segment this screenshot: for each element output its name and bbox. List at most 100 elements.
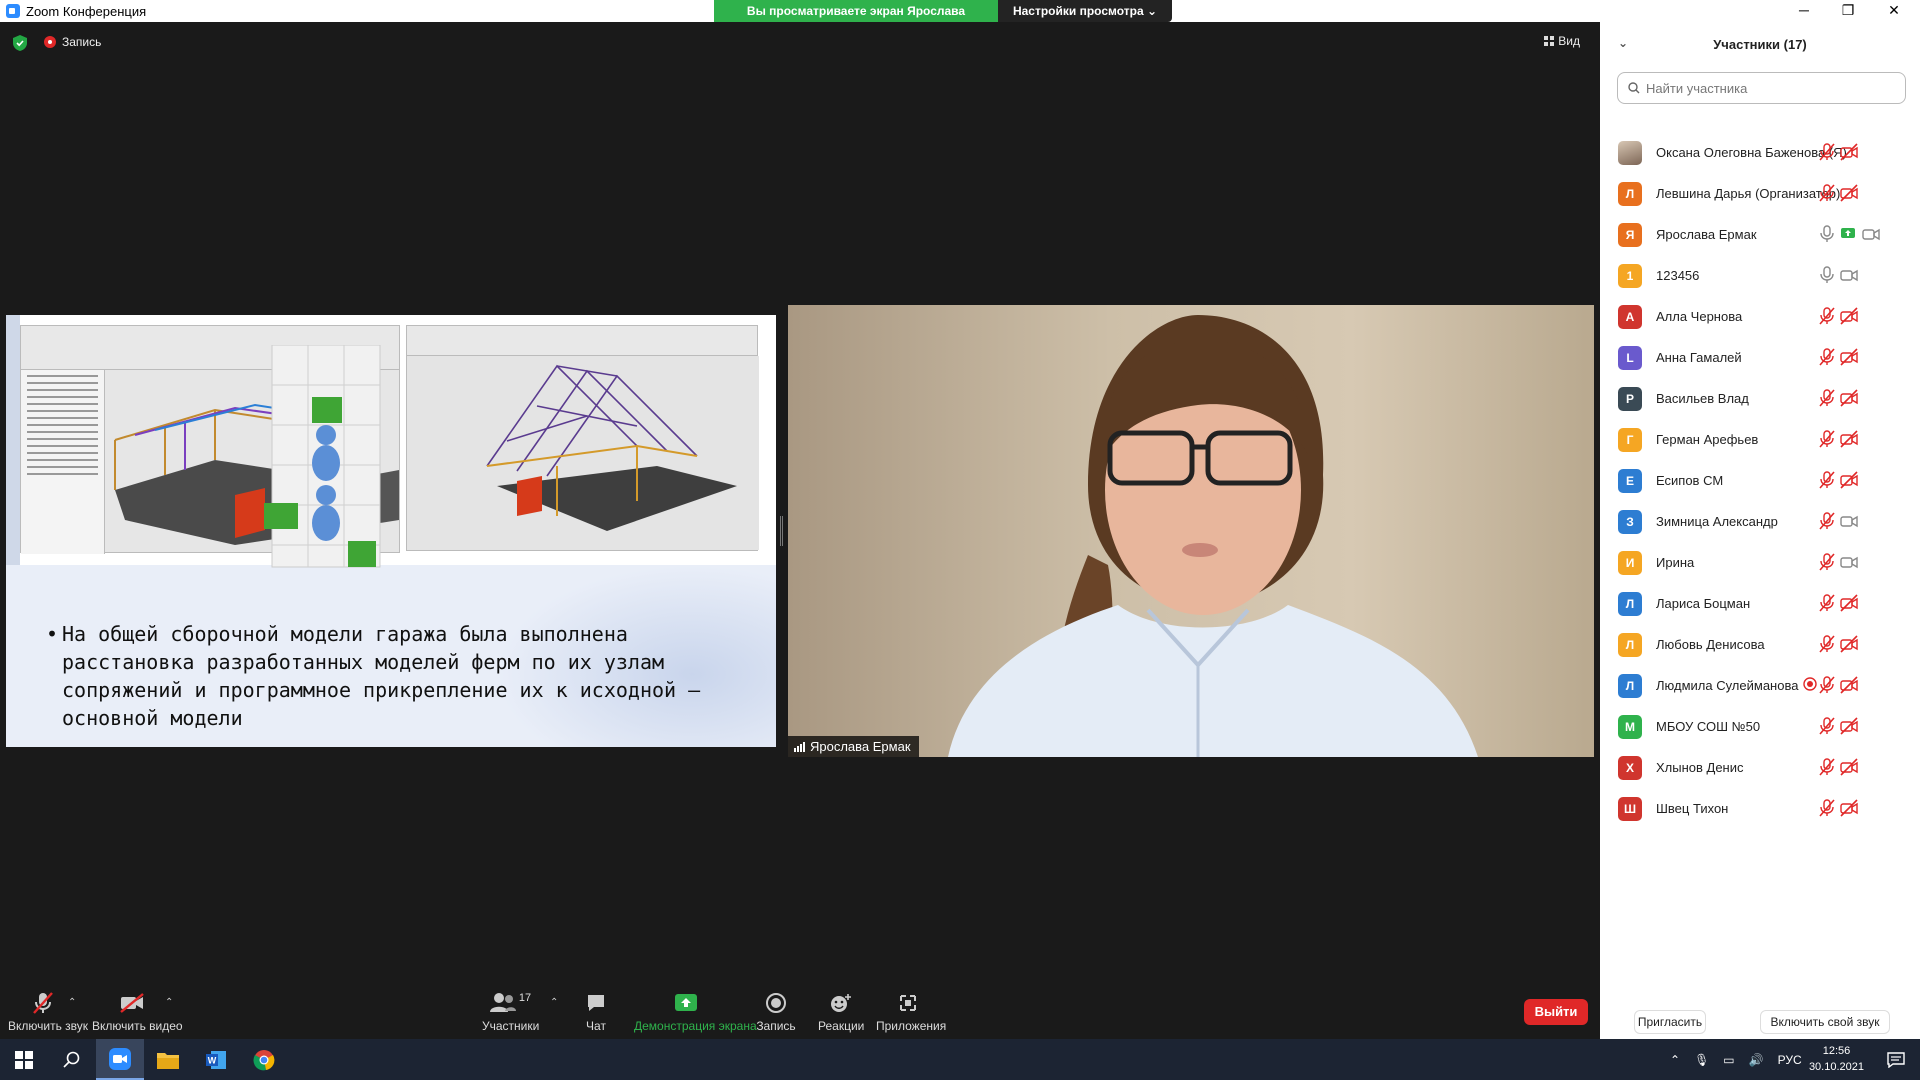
start-button[interactable] xyxy=(0,1039,48,1080)
mic-muted-icon[interactable] xyxy=(1818,799,1836,817)
participant-row[interactable]: 1 123456 xyxy=(1600,255,1920,296)
share-screen-label: Демонстрация экрана xyxy=(634,1019,757,1033)
unmute-self-button[interactable]: Включить свой звук xyxy=(1760,1010,1890,1034)
share-screen-button[interactable]: Демонстрация экрана xyxy=(634,991,757,1033)
view-options-button[interactable]: Настройки просмотра ⌄ xyxy=(998,0,1172,22)
participant-row[interactable]: Л Любовь Денисова xyxy=(1600,624,1920,665)
close-window-button[interactable]: ✕ xyxy=(1874,0,1914,22)
record-button[interactable]: Запись xyxy=(756,991,796,1033)
video-off-icon[interactable] xyxy=(1840,184,1858,202)
video-off-icon[interactable] xyxy=(1840,676,1858,694)
participant-row[interactable]: Л Левшина Дарья (Организатор) xyxy=(1600,173,1920,214)
mic-icon[interactable] xyxy=(1818,266,1836,284)
minimize-button[interactable]: ─ xyxy=(1784,0,1824,22)
mic-muted-icon[interactable] xyxy=(1818,635,1836,653)
apps-button[interactable]: Приложения xyxy=(876,991,946,1033)
participant-avatar: Л xyxy=(1618,591,1642,616)
recording-indicator[interactable]: Запись xyxy=(44,35,101,49)
security-shield-icon[interactable] xyxy=(12,34,28,52)
participant-row[interactable]: Л Людмила Сулейманова xyxy=(1600,665,1920,706)
view-button[interactable]: Вид xyxy=(1544,34,1580,48)
video-off-icon[interactable] xyxy=(1840,635,1858,653)
chrome-taskbar-app[interactable] xyxy=(240,1039,288,1080)
participant-row[interactable]: Я Ярослава Ермак xyxy=(1600,214,1920,255)
mic-icon[interactable] xyxy=(1818,225,1836,243)
mic-muted-icon[interactable] xyxy=(1818,676,1836,694)
participant-row[interactable]: Л Лариса Боцман xyxy=(1600,583,1920,624)
participant-search[interactable] xyxy=(1617,72,1906,104)
participant-row[interactable]: Оксана Олеговна Баженова (Я) xyxy=(1600,132,1920,173)
tray-mic-icon[interactable]: 🎙 xyxy=(1694,1053,1709,1067)
audio-options-caret-icon[interactable]: ⌃ xyxy=(68,997,76,1008)
participant-row[interactable]: Е Есипов СМ xyxy=(1600,460,1920,501)
word-taskbar-app[interactable]: W xyxy=(192,1039,240,1080)
chevron-down-icon: ⌄ xyxy=(1146,4,1158,18)
reactions-button[interactable]: Реакции xyxy=(818,991,864,1033)
participant-row[interactable]: Х Хлынов Денис xyxy=(1600,747,1920,788)
maximize-button[interactable]: ❐ xyxy=(1828,0,1868,22)
video-off-icon[interactable] xyxy=(1840,307,1858,325)
collapse-chevron-icon[interactable]: ⌄ xyxy=(1618,36,1628,50)
participant-search-input[interactable] xyxy=(1646,80,1886,96)
video-off-icon[interactable] xyxy=(1840,430,1858,448)
participant-row[interactable]: И Ирина xyxy=(1600,542,1920,583)
volume-icon[interactable]: 🔊 xyxy=(1749,1053,1764,1067)
participant-row[interactable]: А Алла Чернова xyxy=(1600,296,1920,337)
mic-muted-icon[interactable] xyxy=(1818,184,1836,202)
chat-button[interactable]: Чат xyxy=(580,991,612,1033)
video-off-icon[interactable] xyxy=(1840,758,1858,776)
participant-row[interactable]: Р Васильев Влад xyxy=(1600,378,1920,419)
mic-muted-icon[interactable] xyxy=(1818,307,1836,325)
notifications-button[interactable] xyxy=(1872,1039,1920,1080)
file-explorer-taskbar-app[interactable] xyxy=(144,1039,192,1080)
video-off-icon[interactable] xyxy=(1840,389,1858,407)
mic-muted-icon[interactable] xyxy=(1818,348,1836,366)
mic-muted-icon[interactable] xyxy=(1818,594,1836,612)
participant-avatar: Л xyxy=(1618,632,1642,657)
video-off-icon[interactable] xyxy=(1840,799,1858,817)
leave-meeting-button[interactable]: Выйти xyxy=(1524,999,1588,1025)
video-options-caret-icon[interactable]: ⌃ xyxy=(165,997,173,1008)
video-icon[interactable] xyxy=(1840,553,1858,571)
tray-overflow-icon[interactable]: ⌃ xyxy=(1670,1053,1680,1067)
video-icon[interactable] xyxy=(1840,512,1858,530)
participant-row[interactable]: З Зимница Александр xyxy=(1600,501,1920,542)
mic-muted-icon[interactable] xyxy=(1818,758,1836,776)
video-icon[interactable] xyxy=(1862,225,1880,243)
video-off-icon[interactable] xyxy=(1840,348,1858,366)
video-off-icon[interactable] xyxy=(1840,143,1858,161)
mic-muted-icon[interactable] xyxy=(1818,512,1836,530)
mic-muted-icon[interactable] xyxy=(1818,717,1836,735)
mic-muted-icon[interactable] xyxy=(1818,430,1836,448)
language-indicator[interactable]: РУС xyxy=(1778,1053,1802,1067)
participants-button[interactable]: 17 Участники xyxy=(482,991,539,1033)
zoom-icon xyxy=(109,1047,131,1070)
mic-muted-icon[interactable] xyxy=(1818,553,1836,571)
participant-avatar: L xyxy=(1618,345,1642,370)
participant-row[interactable]: Г Герман Арефьев xyxy=(1600,419,1920,460)
participant-name: Герман Арефьев xyxy=(1656,432,1759,447)
video-off-icon[interactable] xyxy=(1840,594,1858,612)
video-off-icon[interactable] xyxy=(1840,471,1858,489)
invite-button[interactable]: Пригласить xyxy=(1634,1010,1706,1034)
network-icon[interactable]: ▭ xyxy=(1723,1053,1734,1067)
mic-muted-icon[interactable] xyxy=(1818,143,1836,161)
participant-name: Лариса Боцман xyxy=(1656,596,1751,611)
split-view-handle[interactable] xyxy=(780,516,783,546)
participant-name: Оксана Олеговна Баженова (Я) xyxy=(1656,145,1847,160)
start-video-button[interactable]: Включить видео xyxy=(92,991,183,1033)
mic-muted-icon[interactable] xyxy=(1818,471,1836,489)
zoom-taskbar-app[interactable] xyxy=(96,1039,144,1080)
participant-row[interactable]: Ш Швец Тихон xyxy=(1600,788,1920,829)
search-taskbar-button[interactable] xyxy=(48,1039,96,1080)
mic-muted-icon[interactable] xyxy=(1818,389,1836,407)
participant-row[interactable]: L Анна Гамалей xyxy=(1600,337,1920,378)
participant-row[interactable]: М МБОУ СОШ №50 xyxy=(1600,706,1920,747)
taskbar-clock[interactable]: 12:56 30.10.2021 xyxy=(1809,1043,1864,1075)
participants-caret-icon[interactable]: ⌃ xyxy=(550,997,558,1008)
video-off-icon[interactable] xyxy=(1840,717,1858,735)
search-icon xyxy=(1628,82,1640,94)
video-icon[interactable] xyxy=(1840,266,1858,284)
speaker-video-tile[interactable]: Ярослава Ермак xyxy=(788,305,1594,757)
slide-bullet-text: • На общей сборочной модели гаража была … xyxy=(46,620,742,732)
